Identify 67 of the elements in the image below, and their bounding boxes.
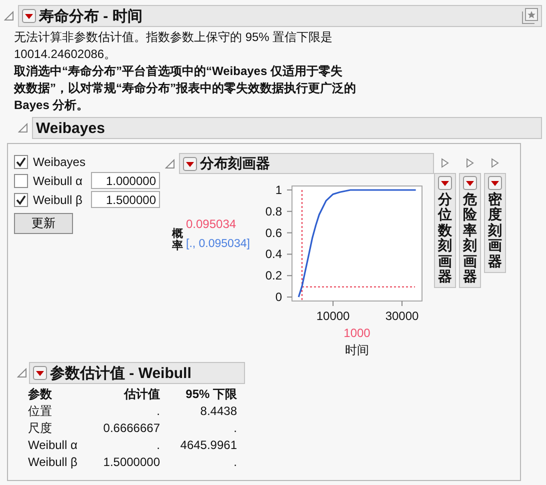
table-cell-text: . <box>156 403 160 420</box>
table-cell-text: 位置 <box>28 403 53 420</box>
disclosure-icon[interactable] <box>4 11 14 21</box>
checkbox-label: Weibayes <box>33 154 86 168</box>
dropdown-icon[interactable] <box>463 176 477 190</box>
axis-label: 时间 <box>345 343 369 357</box>
disclosure-icon[interactable] <box>490 158 500 168</box>
dropdown-icon[interactable] <box>488 176 502 190</box>
readout-value: 0.095034 <box>186 216 236 233</box>
column-header: 参数 <box>28 386 53 403</box>
checkbox[interactable] <box>14 192 28 206</box>
column-header: 估计值 <box>122 386 160 403</box>
message-text: 无法计算非参数估计值。指数参数上保守的 95% 置信下限是 10014.24602086。 <box>14 29 334 63</box>
section-header[interactable]: Weibayes <box>32 117 542 139</box>
section-header[interactable]: 分布刻画器 <box>179 153 434 174</box>
section-title: 危险率刻画器 <box>463 192 477 284</box>
checkbox-label: Weibull α <box>33 174 84 188</box>
section-header[interactable]: 分位数刻画器 <box>434 173 456 288</box>
table-cell-text: 1.5000000 <box>102 454 160 471</box>
tick-label: 30000 <box>385 309 419 323</box>
table-cell-text: . <box>156 437 160 454</box>
checkbox-label: Weibull β <box>33 192 84 206</box>
table-cell-text: . <box>232 420 237 437</box>
tick-label: 0 <box>275 290 282 304</box>
section-header[interactable]: 密度刻画器 <box>484 173 506 273</box>
pin-icon[interactable] <box>522 8 538 24</box>
dropdown-icon[interactable] <box>22 9 36 23</box>
dropdown-icon[interactable] <box>183 156 197 170</box>
section-title: 寿命分布 - 时间 <box>39 6 142 26</box>
checkbox[interactable] <box>14 154 28 168</box>
tick-label: 0.8 <box>265 204 282 218</box>
disclosure-icon[interactable] <box>165 158 175 168</box>
table-cell-text: 8.4438 <box>199 403 237 420</box>
table-cell-text: Weibull β <box>28 454 78 471</box>
tick-label: 0.6 <box>265 226 282 240</box>
message-text: 取消选中“寿命分布”平台首选项中的“Weibayes 仅适用于零失 效数据”，以对常规“寿命分布”报表中的零失效数据执行更广泛的 Bayes 分析。 <box>14 63 357 114</box>
table-cell-text: Weibull α <box>28 437 78 454</box>
tick-label: 10000 <box>316 309 350 323</box>
table-cell-text: 尺度 <box>28 420 53 437</box>
input-field[interactable]: 1.000000 <box>91 172 160 189</box>
tick-label: 0.4 <box>265 247 282 262</box>
table-cell: . <box>160 454 237 471</box>
section-title: 分位数刻画器 <box>438 192 452 284</box>
section-title: 参数估计值 - Weibull <box>50 364 192 382</box>
section-title: 密度刻画器 <box>488 192 502 269</box>
section-title: Weibayes <box>36 120 105 136</box>
tick-label: 1 <box>275 182 282 197</box>
input-field[interactable]: 1.500000 <box>91 191 160 208</box>
disclosure-icon[interactable] <box>465 158 475 168</box>
section-title: 分布刻画器 <box>200 154 270 172</box>
update-button[interactable]: 更新 <box>14 213 73 234</box>
dropdown-icon[interactable] <box>438 176 452 190</box>
section-header[interactable]: 参数估计值 - Weibull <box>29 362 245 384</box>
table-cell-text: 0.6666667 <box>102 420 160 437</box>
axis-label: 概率 <box>172 228 183 254</box>
column-header: 95% 下限 <box>160 386 237 403</box>
section-header[interactable]: 寿命分布 - 时间 <box>18 5 542 27</box>
disclosure-icon[interactable] <box>17 368 27 378</box>
x-axis <box>332 300 402 306</box>
checkbox[interactable] <box>14 174 28 188</box>
table-cell-text: 4645.9961 <box>179 437 237 454</box>
disclosure-icon[interactable] <box>18 123 28 133</box>
disclosure-icon[interactable] <box>440 158 450 168</box>
tick-label: 0.2 <box>265 268 282 283</box>
interval-value: [., 0.095034] <box>186 237 250 252</box>
dropdown-icon[interactable] <box>33 366 47 380</box>
section-header[interactable]: 危险率刻画器 <box>459 173 481 288</box>
